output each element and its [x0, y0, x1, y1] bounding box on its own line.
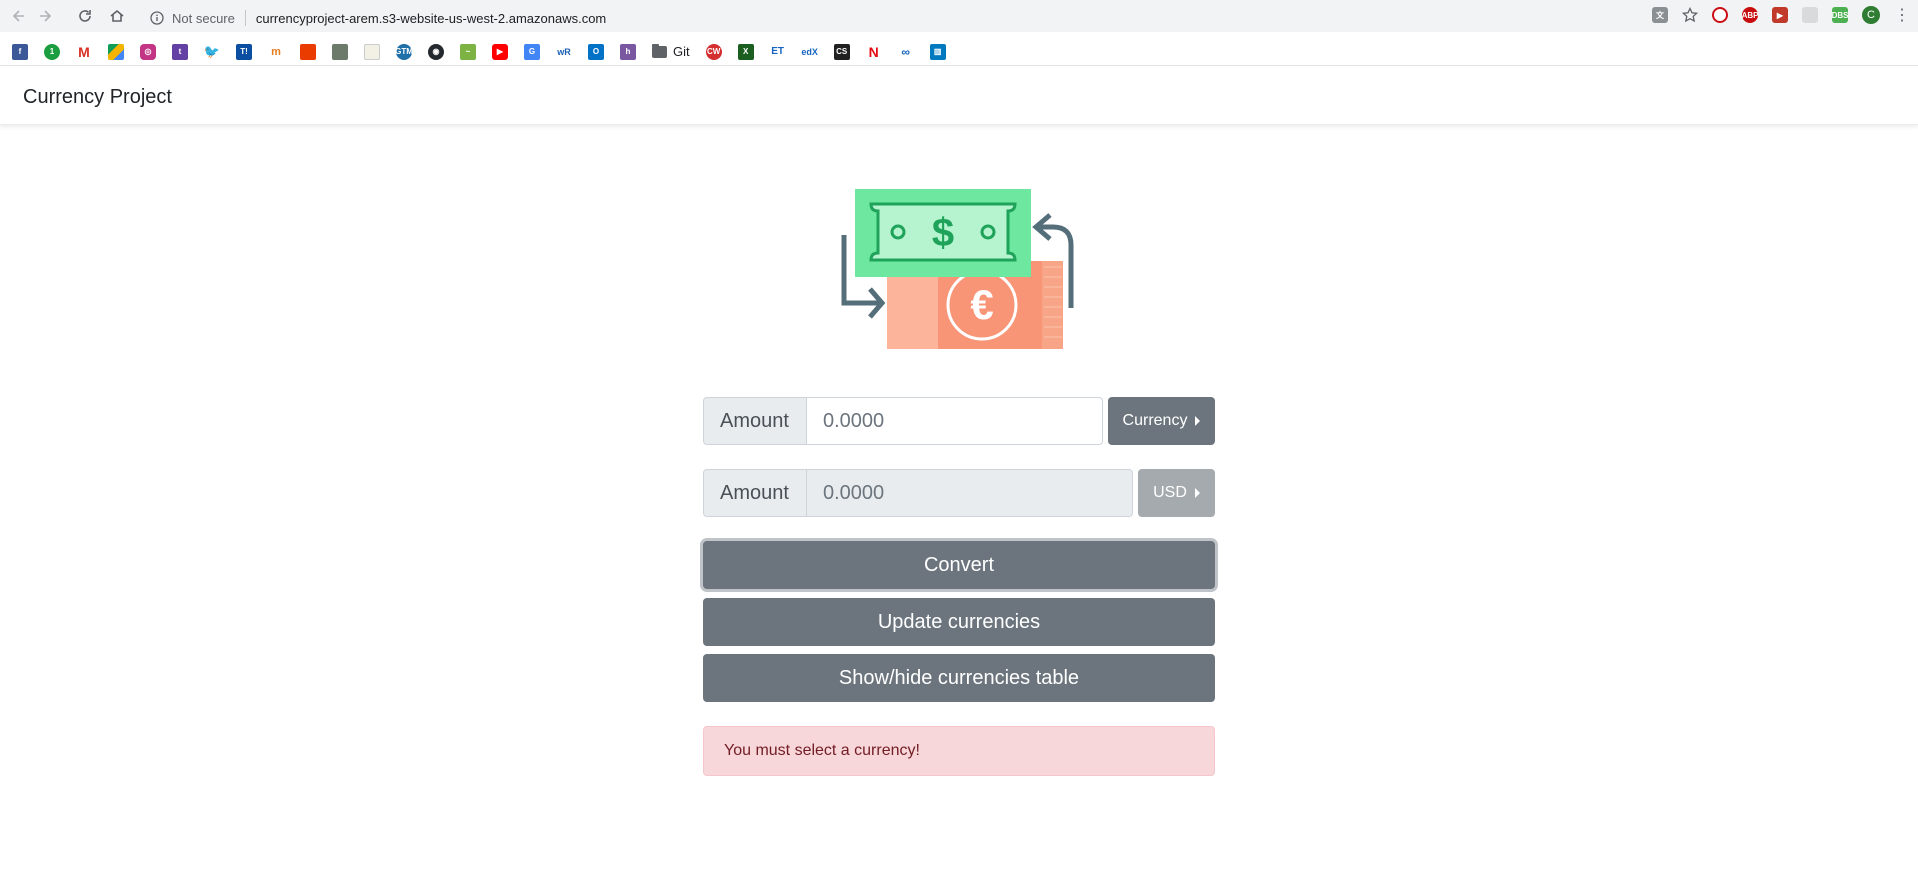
github-bookmark-icon[interactable]: ◉ — [428, 43, 444, 60]
url-text[interactable]: currencyproject-arem.s3-website-us-west-… — [256, 11, 606, 26]
et-bookmark-icon[interactable]: ET — [769, 43, 786, 60]
caret-right-icon — [1194, 488, 1200, 498]
convert-button[interactable]: Convert — [703, 541, 1215, 589]
reload-icon — [79, 10, 91, 22]
address-bar[interactable]: Not secure currencyproject-arem.s3-websi… — [140, 4, 1662, 32]
caret-right-icon — [1195, 416, 1201, 426]
cs-bookmark-icon[interactable]: CS — [833, 43, 850, 60]
news-bookmark-icon[interactable]: T! — [236, 43, 252, 60]
navbar: Currency Project — [0, 68, 1918, 125]
euro-symbol-icon: € — [970, 281, 993, 328]
from-amount-label: Amount — [703, 397, 807, 445]
moodle-bookmark-icon[interactable]: m — [268, 43, 284, 60]
cw-bookmark-icon[interactable]: CW — [705, 43, 722, 60]
shield-extension-icon[interactable] — [1802, 7, 1818, 23]
trello-bookmark-icon[interactable]: ▥ — [929, 43, 946, 60]
translate-bookmark-icon[interactable]: G — [524, 43, 540, 60]
back-arrow-icon — [12, 10, 24, 22]
security-status[interactable]: Not secure — [172, 11, 235, 26]
browser-toolbar: Not secure currencyproject-arem.s3-websi… — [0, 0, 1918, 32]
gmail-bookmark-icon[interactable]: M — [76, 43, 92, 60]
to-amount-group: Amount — [703, 469, 1133, 517]
office-bookmark-icon[interactable] — [300, 43, 316, 60]
green-circle-bookmark-icon[interactable]: 1 — [44, 43, 60, 60]
to-amount-output — [807, 469, 1133, 517]
facebook-bookmark-icon[interactable]: f — [12, 43, 28, 60]
dbs-extension-icon[interactable]: DBS — [1832, 7, 1848, 23]
green-bookmark-icon[interactable]: ~ — [460, 43, 476, 60]
edx-bookmark-icon[interactable]: edX — [801, 43, 818, 60]
navbar-brand[interactable]: Currency Project — [23, 86, 172, 109]
link-bookmark-icon[interactable]: ∞ — [897, 43, 914, 60]
error-alert-message: You must select a currency! — [724, 742, 920, 759]
currency-exchange-illustration: € $ — [841, 189, 1074, 349]
reload-button[interactable] — [75, 6, 95, 26]
page-bookmark-icon[interactable] — [364, 43, 380, 60]
git-folder-label: Git — [673, 44, 690, 59]
drive-bookmark-icon[interactable] — [108, 43, 124, 60]
to-currency-label: USD — [1153, 484, 1187, 501]
bookmarks-bar: f 1 M ◎ t 🐦 T! m GTM ◉ ~ ▶ G wR O h Git … — [0, 38, 1918, 66]
toolbar-actions: 文 ABP ▶ DBS C ⋮ — [1652, 5, 1910, 25]
from-currency-label: Currency — [1122, 412, 1188, 429]
omnibox-divider — [244, 10, 246, 26]
from-currency-dropdown[interactable]: Currency — [1108, 397, 1215, 445]
home-button[interactable] — [107, 6, 127, 26]
forward-arrow-icon — [40, 10, 52, 22]
dollar-symbol-icon: $ — [932, 211, 954, 255]
to-amount-label: Amount — [703, 469, 807, 517]
translate-icon[interactable]: 文 — [1652, 7, 1668, 23]
twitch-bookmark-icon[interactable]: t — [172, 43, 188, 60]
netflix-bookmark-icon[interactable]: N — [865, 43, 882, 60]
to-currency-dropdown[interactable]: USD — [1138, 469, 1215, 517]
folder-icon — [652, 43, 667, 58]
youtube-bookmark-icon[interactable]: ▶ — [492, 43, 508, 60]
instagram-bookmark-icon[interactable]: ◎ — [140, 43, 156, 60]
browser-menu-icon[interactable]: ⋮ — [1894, 5, 1910, 25]
back-button[interactable] — [9, 6, 29, 26]
opera-extension-icon[interactable] — [1712, 7, 1728, 23]
forward-button[interactable] — [35, 6, 55, 26]
update-currencies-button[interactable]: Update currencies — [703, 598, 1215, 646]
video-extension-icon[interactable]: ▶ — [1772, 7, 1788, 23]
photo-bookmark-icon[interactable] — [332, 43, 348, 60]
error-alert: You must select a currency! — [703, 726, 1215, 776]
twitter-bookmark-icon[interactable]: 🐦 — [204, 43, 220, 60]
adblock-icon[interactable]: ABP — [1742, 7, 1758, 23]
x-bookmark-icon[interactable]: X — [737, 43, 754, 60]
wordreference-bookmark-icon[interactable]: wR — [556, 43, 572, 60]
outlook-bookmark-icon[interactable]: O — [588, 43, 604, 60]
from-amount-input[interactable] — [807, 397, 1103, 445]
from-amount-group: Amount — [703, 397, 1103, 445]
toggle-currencies-table-button[interactable]: Show/hide currencies table — [703, 654, 1215, 702]
profile-avatar[interactable]: C — [1862, 6, 1880, 24]
globe-bookmark-icon[interactable]: GTM — [395, 43, 413, 60]
heroku-bookmark-icon[interactable]: h — [620, 43, 636, 60]
info-icon[interactable] — [150, 11, 164, 25]
git-bookmark-folder[interactable]: Git — [652, 43, 690, 59]
bookmark-star-icon[interactable] — [1682, 7, 1698, 23]
home-icon — [110, 9, 124, 22]
